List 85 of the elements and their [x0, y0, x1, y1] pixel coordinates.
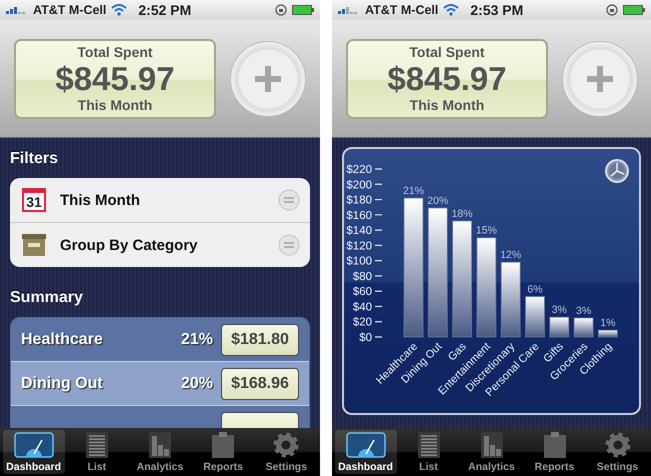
bar-chart-icon: [480, 432, 502, 458]
y-tick-label: $60: [352, 286, 372, 298]
tab[interactable]: Dashboard: [334, 430, 396, 474]
category-percent: 20%: [180, 374, 213, 392]
section-title: Filters: [10, 150, 60, 168]
y-tick-label: $20: [352, 316, 372, 329]
total-amount: $845.97: [387, 60, 507, 96]
bar: [525, 296, 545, 338]
y-tick-label: $120: [346, 240, 372, 252]
bar: [598, 330, 618, 338]
bar-value-label: 18%: [452, 208, 473, 220]
y-tick-label: $0: [359, 332, 372, 344]
wifi-icon: [111, 4, 128, 16]
bar: [574, 318, 594, 338]
plus-icon: [255, 66, 281, 92]
category-name: Dining Out: [21, 374, 104, 392]
tab[interactable]: Dashboard: [2, 430, 65, 474]
clipboard-icon: [212, 432, 234, 458]
tab[interactable]: List: [398, 430, 460, 474]
y-tick-label: $160: [346, 210, 372, 222]
signal-icon: [6, 6, 28, 14]
filter-item[interactable]: 31 This Month: [10, 178, 310, 223]
gear-icon: [604, 432, 630, 458]
y-tick-label: $140: [346, 225, 372, 238]
battery-icon: [623, 5, 645, 15]
y-tick-label: $100: [346, 256, 372, 268]
category-percent: 21%: [180, 330, 213, 348]
gauge-icon: [346, 432, 386, 458]
plus-icon: [587, 66, 613, 92]
signal-icon: [338, 6, 360, 14]
wifi-icon: [443, 4, 460, 16]
total-label: Total Spent: [409, 44, 485, 60]
clipboard-icon: [544, 432, 566, 458]
reorder-icon: [278, 189, 300, 211]
y-tick-label: $40: [352, 301, 372, 314]
carrier-name: AT&T M-Cell: [33, 3, 106, 17]
calendar-icon: 31: [22, 188, 46, 212]
bar-value-label: 12%: [500, 249, 522, 262]
filter-item[interactable]: Group By Category: [10, 223, 310, 267]
tab[interactable]: List: [66, 430, 128, 474]
list-icon: [86, 432, 108, 458]
total-period: This Month: [410, 96, 484, 114]
y-tick-label: $200: [346, 179, 372, 192]
bar-chart-icon: [148, 432, 171, 458]
gauge-icon: [14, 432, 54, 458]
category-amount: $181.80: [221, 324, 299, 356]
section-title: Summary: [10, 289, 84, 307]
gear-icon: [273, 432, 300, 458]
rotation-lock-icon: [275, 4, 287, 16]
list-icon: [418, 432, 440, 458]
total-period: This Month: [78, 96, 152, 114]
tab[interactable]: Analytics: [460, 430, 522, 474]
y-tick-label: $180: [346, 194, 372, 207]
summary-row[interactable]: Dining Out 20% $168.96: [11, 362, 309, 406]
category-name: Healthcare: [21, 330, 104, 348]
tab[interactable]: Analytics: [128, 430, 191, 474]
bar-value-label: 1%: [600, 317, 616, 330]
pie-chart-button[interactable]: [605, 159, 629, 183]
filter-label: Group By Category: [60, 236, 199, 254]
category-amount: $168.96: [221, 368, 299, 400]
tab[interactable]: Settings: [586, 430, 648, 474]
bar-value-label: 6%: [527, 284, 543, 296]
tab[interactable]: Reports: [524, 430, 586, 474]
y-tick-label: $220: [346, 164, 372, 176]
bar-value-label: 21%: [403, 185, 424, 198]
carrier-name: AT&T M-Cell: [365, 3, 438, 17]
summary-row[interactable]: Healthcare 21% $181.80: [11, 318, 309, 362]
bar: [549, 316, 570, 338]
drawer-icon: [22, 234, 46, 256]
rotation-lock-icon: [606, 4, 618, 16]
bar-value-label: 15%: [476, 224, 497, 237]
reorder-icon: [278, 234, 300, 256]
tab[interactable]: Reports: [192, 430, 254, 474]
y-tick-label: $80: [352, 270, 372, 283]
pie-chart-icon: [608, 162, 626, 180]
total-amount: $845.97: [55, 60, 175, 96]
battery-icon: [292, 5, 314, 15]
filter-label: This Month: [60, 192, 141, 208]
status-time: 2:53 PM: [470, 2, 524, 18]
bar-value-label: 3%: [552, 304, 567, 316]
tab[interactable]: Settings: [255, 430, 318, 474]
bar-value-label: 20%: [427, 194, 448, 207]
status-time: 2:52 PM: [138, 2, 192, 18]
total-label: Total Spent: [77, 44, 153, 60]
bar-value-label: 3%: [576, 304, 592, 317]
